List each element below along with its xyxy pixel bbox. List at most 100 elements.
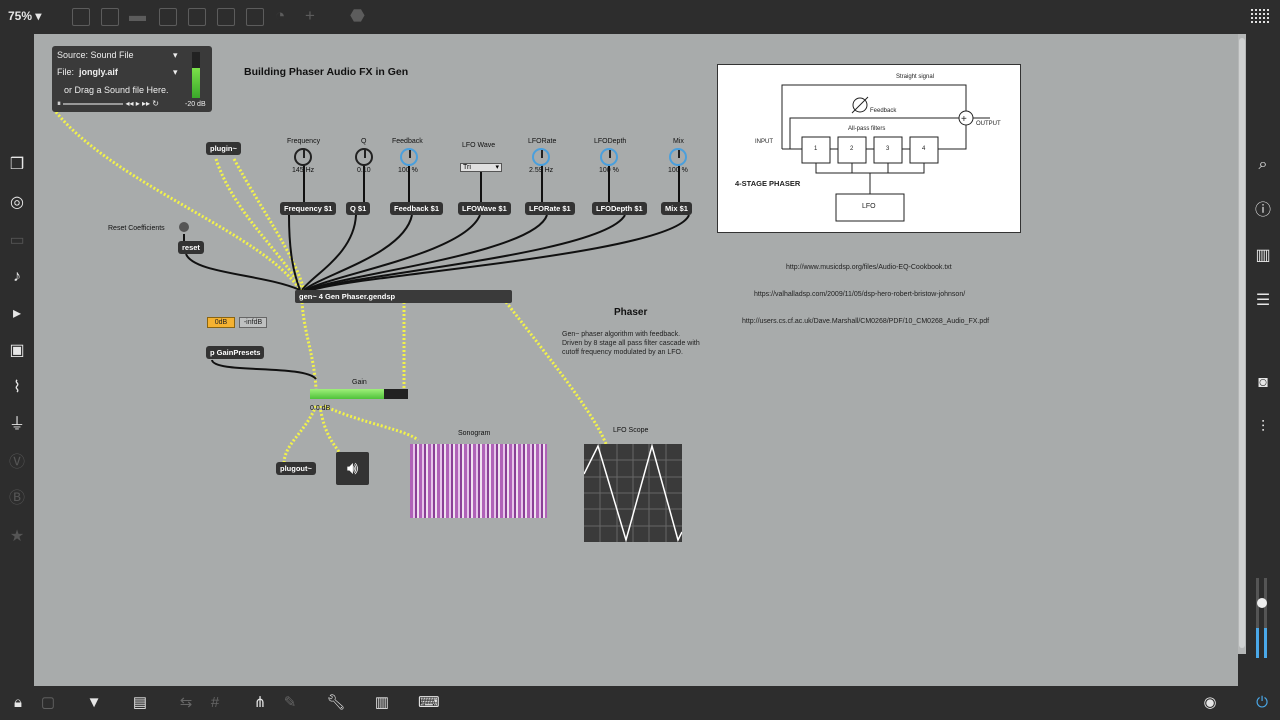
wrench-icon[interactable]: 🔧︎ [326, 693, 346, 713]
frequency-dial[interactable] [294, 148, 312, 166]
zoom-menu[interactable]: 75% ▾ [8, 9, 41, 23]
presentation-mode-icon[interactable]: ▢ [38, 693, 58, 713]
meter-value: -20 dB [185, 101, 206, 108]
speaker-icon[interactable]: 🔊︎ [336, 452, 369, 485]
feedback-label: Feedback [392, 138, 423, 145]
url-link-3[interactable]: http://users.cs.cf.ac.uk/Dave.Marshall/C… [742, 318, 989, 325]
frequency-message[interactable]: Frequency $1 [280, 202, 337, 215]
image-icon[interactable]: ▣ [6, 340, 28, 362]
add-icon[interactable]: + [305, 6, 315, 26]
message-icon[interactable] [101, 8, 119, 26]
app-window: 75% ▾ ▬ ◔ + ⬣ ❒ ◎ ▭ ♪ ▸ ▣ ⌇ ⏚ Ⓥ Ⓑ ★ ⌕ ⓘ … [0, 0, 1280, 720]
debug-icon[interactable]: ⇆ [176, 693, 196, 713]
frequency-value: 145 Hz [292, 167, 315, 174]
lfo-depth-message[interactable]: LFODepth $1 [592, 202, 647, 215]
left-sidebar: ❒ ◎ ▭ ♪ ▸ ▣ ⌇ ⏚ Ⓥ Ⓑ ★ [0, 34, 34, 686]
preset-0db-message[interactable]: 0dB [207, 317, 235, 328]
lfo-wave-menu[interactable]: Tri ▾ [460, 163, 502, 172]
list-icon[interactable]: ☰ [1252, 290, 1274, 312]
lfo-depth-dial[interactable] [600, 148, 618, 166]
stage-1-label: 1 [814, 146, 818, 152]
q-message[interactable]: Q $1 [346, 202, 371, 215]
music-icon[interactable]: ♪ [6, 266, 28, 288]
reset-button[interactable] [179, 222, 189, 232]
piano-icon[interactable]: ▥ [372, 693, 392, 713]
frequency-label: Frequency [287, 138, 321, 145]
button-icon[interactable] [188, 8, 206, 26]
feedback-value: 100 % [398, 167, 418, 174]
b-icon[interactable]: Ⓑ [6, 488, 28, 510]
toggle-icon[interactable] [159, 8, 177, 26]
v-icon[interactable]: Ⓥ [6, 452, 28, 474]
plug-icon[interactable]: ⏚ [6, 414, 28, 436]
book-icon[interactable]: ▥ [1252, 245, 1274, 267]
url-link-2[interactable]: https://valhalladsp.com/2009/11/05/dsp-h… [754, 291, 965, 298]
paperclip-icon[interactable]: ⌇ [6, 377, 28, 399]
vertical-scrollbar[interactable] [1238, 34, 1246, 654]
lfo-label: LFO [862, 203, 876, 210]
output-volume-slider[interactable] [1254, 578, 1270, 658]
file-menu[interactable]: File: jongly.aif ▾ [57, 67, 178, 77]
bottom-toolbar: 🔒︎ ▢ ▼ ▤ ⇆ # ⋔ ✎ 🔧︎ ▥ ⌨ ◉ ⏻ [0, 686, 1280, 720]
svg-text:+: + [961, 114, 967, 125]
transport-controls[interactable]: ⏸ ◂◂ ▸ ▸▸ ↻ [57, 99, 159, 109]
lfo-depth-label: LFODepth [594, 138, 627, 145]
reset-message[interactable]: reset [178, 241, 204, 254]
feedback-dial[interactable] [400, 148, 418, 166]
lfo-rate-dial[interactable] [532, 148, 550, 166]
power-icon[interactable]: ⏻ [1252, 693, 1272, 713]
stage-2-label: 2 [850, 146, 854, 152]
input-label: INPUT [755, 139, 773, 145]
gain-slider[interactable] [310, 389, 408, 399]
grid-icon[interactable] [1250, 8, 1270, 24]
keyboard-icon[interactable]: ⌨ [418, 693, 440, 713]
gen-object[interactable]: gen~ 4 Gen Phaser.gendsp [295, 290, 512, 303]
package-icon[interactable]: ❒ [6, 154, 28, 176]
paint-bucket-icon[interactable]: ⬣ [350, 6, 365, 26]
diagram-caption: 4-STAGE PHASER [735, 179, 801, 188]
diagram-feedback-label: Feedback [870, 108, 897, 114]
q-dial[interactable] [355, 148, 373, 166]
media-icon[interactable]: ▸ [6, 303, 28, 325]
mixer-icon[interactable]: ⫶ [1252, 417, 1274, 439]
grid-toggle-icon[interactable]: # [205, 693, 225, 713]
lock-icon[interactable]: 🔒︎ [8, 693, 28, 713]
lfo-rate-value: 2.59 Hz [529, 167, 554, 174]
lfo-rate-label: LFORate [528, 138, 557, 145]
reset-label: Reset Coefficients [108, 225, 165, 232]
target-icon[interactable]: ◎ [6, 192, 28, 214]
url-link-1[interactable]: http://www.musicdsp.org/files/Audio-EQ-C… [786, 264, 952, 271]
gain-presets-object[interactable]: p GainPresets [206, 346, 265, 359]
source-menu[interactable]: Source: Sound File ▾ [57, 50, 178, 60]
mix-message[interactable]: Mix $1 [661, 202, 692, 215]
comment-icon[interactable]: ▬ [129, 6, 146, 26]
lfo-scope-display [583, 443, 683, 543]
lfo-rate-message[interactable]: LFORate $1 [525, 202, 575, 215]
sound-file-player[interactable]: Source: Sound File ▾ File: jongly.aif ▾ … [52, 46, 212, 112]
preset-inf-message[interactable]: -infdB [239, 317, 267, 328]
mixer-edit-icon[interactable]: ✎ [280, 693, 300, 713]
patcher-canvas[interactable]: Source: Sound File ▾ File: jongly.aif ▾ … [34, 34, 1238, 686]
comment-bubble-icon[interactable]: ▼ [84, 693, 104, 713]
top-toolbar: 75% ▾ ▬ ◔ + ⬣ [0, 0, 1280, 34]
film-icon[interactable]: ▭ [6, 230, 28, 252]
playbar-icon[interactable] [217, 8, 235, 26]
camera-icon[interactable]: ◙ [1252, 372, 1274, 394]
search-icon[interactable]: ⌕ [1252, 154, 1274, 176]
star-icon[interactable]: ★ [6, 526, 28, 548]
feedback-message[interactable]: Feedback $1 [390, 202, 444, 215]
phaser-heading: Phaser [614, 307, 648, 318]
windows-icon[interactable]: ▤ [130, 693, 150, 713]
mix-dial[interactable] [669, 148, 687, 166]
mix-value: 100 % [668, 167, 688, 174]
dial-icon[interactable]: ◔ [275, 6, 285, 26]
lfo-wave-message[interactable]: LFOWave $1 [458, 202, 511, 215]
plugout-object[interactable]: plugout~ [276, 462, 316, 475]
sonogram-display [410, 444, 547, 518]
presentation-icon[interactable] [72, 8, 90, 26]
play-icon[interactable]: ◉ [1200, 693, 1220, 713]
hierarchy-icon[interactable]: ⋔ [250, 693, 270, 713]
slider-icon[interactable] [246, 8, 264, 26]
plugin-object[interactable]: plugin~ [206, 142, 241, 155]
info-icon[interactable]: ⓘ [1252, 200, 1274, 222]
